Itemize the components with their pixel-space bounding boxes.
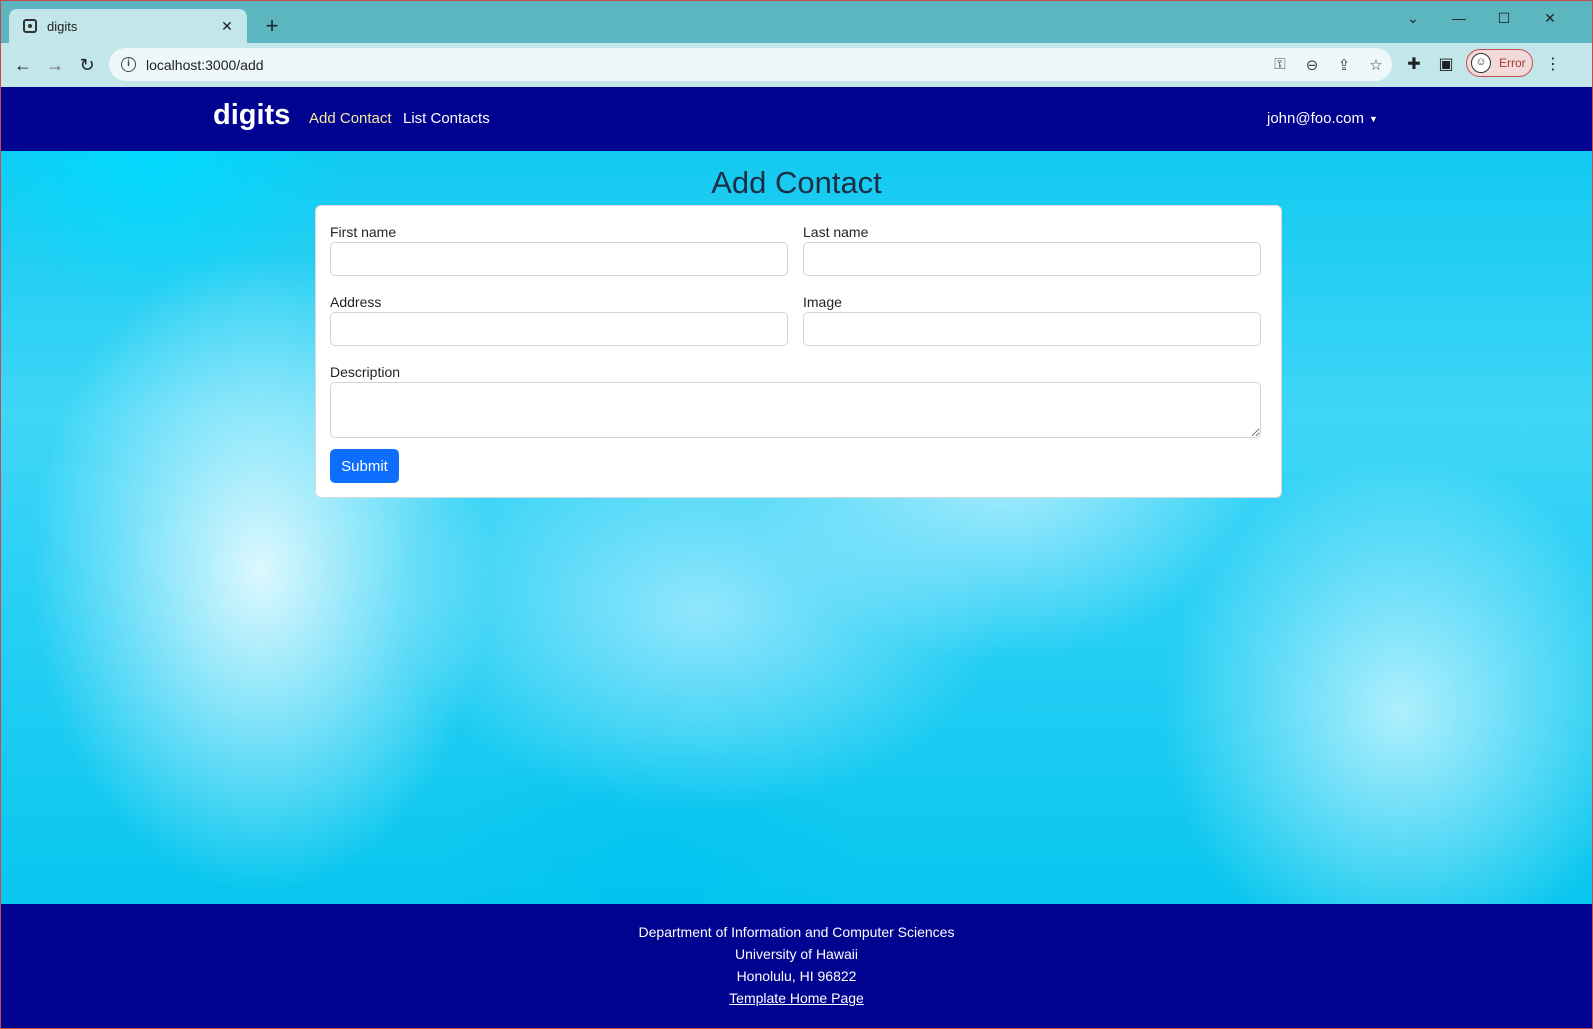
- page-title: Add Contact: [711, 165, 882, 200]
- favicon-icon: [23, 19, 37, 33]
- side-panel-icon[interactable]: ▣: [1434, 53, 1458, 77]
- kebab-menu-icon[interactable]: ⋮: [1541, 53, 1565, 77]
- user-dropdown[interactable]: john@foo.com ▼: [1267, 110, 1378, 127]
- nav-add-contact[interactable]: Add Contact: [309, 110, 392, 127]
- image-input[interactable]: [803, 312, 1261, 346]
- address-input[interactable]: [330, 312, 788, 346]
- back-icon[interactable]: ←: [11, 53, 35, 77]
- forward-icon[interactable]: →: [43, 53, 67, 77]
- brand-link[interactable]: digits: [213, 99, 290, 132]
- footer-university: University of Hawaii: [735, 946, 858, 962]
- browser-window: digits ✕ + ⌄ — ☐ ✕ ← → ↻ i localhost:300…: [0, 0, 1593, 1029]
- tab-search-chevron-icon[interactable]: ⌄: [1398, 7, 1428, 29]
- key-icon[interactable]: ⚿: [1264, 56, 1296, 73]
- app-navbar: digits Add Contact List Contacts john@fo…: [1, 87, 1592, 151]
- zoom-icon[interactable]: ⊖: [1296, 56, 1328, 74]
- template-home-link[interactable]: Template Home Page: [729, 990, 864, 1006]
- close-window-icon[interactable]: ✕: [1535, 7, 1565, 29]
- new-tab-button[interactable]: +: [259, 13, 285, 39]
- footer-address: Honolulu, HI 96822: [736, 968, 857, 984]
- page: digits Add Contact List Contacts john@fo…: [1, 87, 1592, 1028]
- minimize-icon[interactable]: —: [1444, 7, 1474, 29]
- user-email: john@foo.com: [1267, 110, 1364, 127]
- puzzle-icon[interactable]: ✚: [1402, 53, 1426, 77]
- address-bar[interactable]: i localhost:3000/add ⚿ ⊖ ⇪ ☆: [109, 48, 1392, 81]
- reload-icon[interactable]: ↻: [75, 53, 99, 77]
- add-contact-form: First name Last name Address Image Descr…: [315, 205, 1282, 498]
- first-name-label: First name: [330, 224, 397, 240]
- browser-tab[interactable]: digits ✕: [9, 9, 247, 43]
- image-label: Image: [803, 294, 842, 310]
- nav-list-contacts[interactable]: List Contacts: [403, 110, 490, 127]
- profile-status: Error: [1499, 56, 1526, 70]
- submit-button[interactable]: Submit: [330, 449, 399, 483]
- site-info-icon[interactable]: i: [121, 57, 136, 72]
- main-content: Add Contact First name Last name Address…: [1, 151, 1592, 904]
- footer: Department of Information and Computer S…: [1, 904, 1592, 1028]
- profile-button[interactable]: ☺ Error: [1466, 49, 1533, 77]
- share-icon[interactable]: ⇪: [1328, 56, 1360, 74]
- tab-close-icon[interactable]: ✕: [217, 18, 237, 35]
- address-label: Address: [330, 294, 382, 310]
- first-name-input[interactable]: [330, 242, 788, 276]
- star-icon[interactable]: ☆: [1360, 56, 1392, 74]
- footer-department: Department of Information and Computer S…: [638, 924, 955, 940]
- url-text[interactable]: localhost:3000/add: [146, 57, 1264, 73]
- last-name-label: Last name: [803, 224, 869, 240]
- description-label: Description: [330, 364, 401, 380]
- maximize-icon[interactable]: ☐: [1489, 7, 1519, 29]
- browser-toolbar: ← → ↻ i localhost:3000/add ⚿ ⊖ ⇪ ☆ ✚ ▣ ☺…: [1, 43, 1592, 87]
- last-name-input[interactable]: [803, 242, 1261, 276]
- tab-strip: digits ✕ + ⌄ — ☐ ✕: [1, 1, 1592, 43]
- tab-title: digits: [47, 18, 78, 34]
- avatar: ☺: [1471, 53, 1491, 73]
- caret-down-icon: ▼: [1368, 113, 1378, 124]
- description-textarea[interactable]: [330, 382, 1261, 438]
